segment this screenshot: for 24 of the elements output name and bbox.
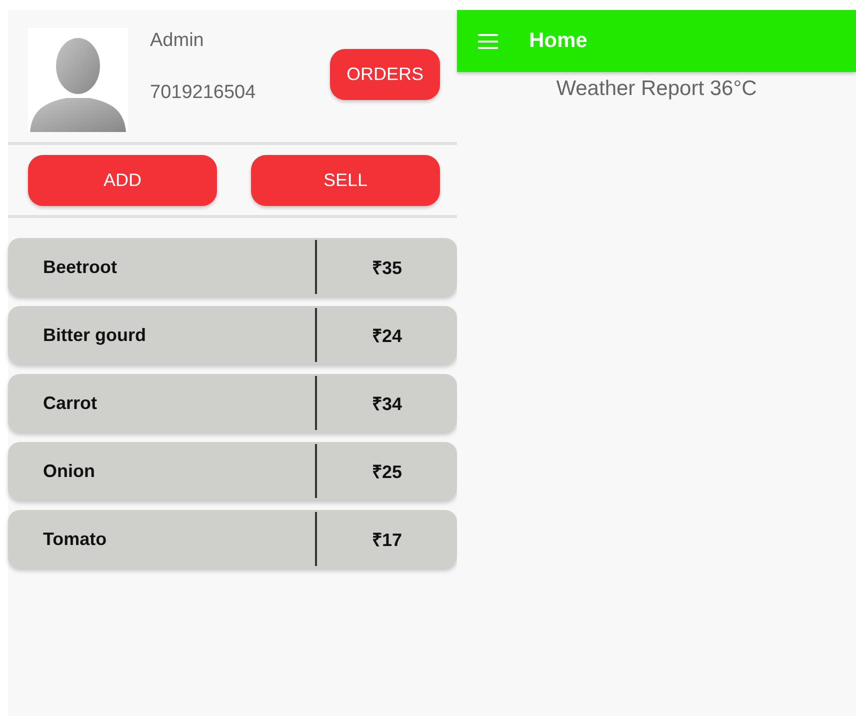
app-title: Home <box>529 29 588 53</box>
product-row[interactable]: Bitter gourd ₹24 <box>8 306 457 364</box>
product-name: Bitter gourd <box>8 308 317 362</box>
product-price: ₹24 <box>370 325 404 348</box>
action-button[interactable]: ADD <box>28 155 217 206</box>
avatar-icon <box>28 28 128 132</box>
product-price: ₹35 <box>370 257 404 280</box>
user-name: Admin <box>150 30 205 52</box>
product-row[interactable]: Carrot ₹34 <box>8 374 457 432</box>
menu-icon[interactable] <box>478 34 498 48</box>
product-name: Tomato <box>8 512 317 566</box>
product-price: ₹25 <box>370 461 404 484</box>
product-name: Carrot <box>8 376 317 430</box>
product-price: ₹17 <box>370 529 404 552</box>
product-name: Onion <box>8 444 317 498</box>
product-row[interactable]: Tomato ₹17 <box>8 510 457 568</box>
product-row[interactable]: Onion ₹25 <box>8 442 457 500</box>
product-price: ₹34 <box>370 393 404 416</box>
phone-number: 7019216504 <box>150 82 257 104</box>
orders-button[interactable]: ORDERS <box>330 49 440 100</box>
weather-report: Weather Report 36°C <box>556 77 757 101</box>
action-button[interactable]: SELL <box>251 155 440 206</box>
product-name: Beetroot <box>8 240 317 294</box>
product-row[interactable]: Beetroot ₹35 <box>8 238 457 296</box>
